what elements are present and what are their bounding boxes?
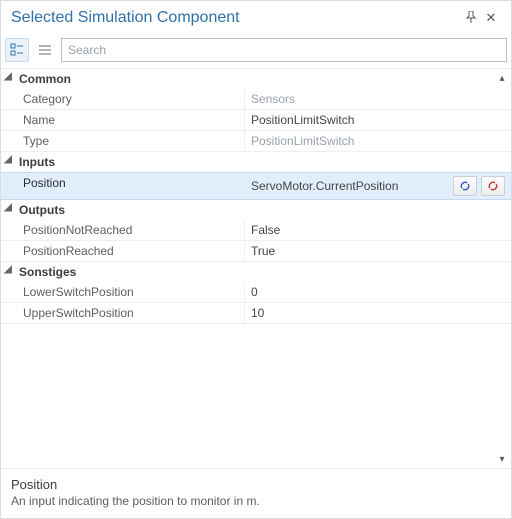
group-label: Inputs	[15, 152, 59, 172]
panel-title: Selected Simulation Component	[11, 9, 461, 27]
property-row[interactable]: Name PositionLimitSwitch	[1, 110, 511, 131]
property-group[interactable]: ◢Inputs	[1, 152, 511, 172]
view-alphabetical-button[interactable]	[33, 38, 57, 62]
property-row[interactable]: PositionReached True	[1, 241, 511, 262]
property-key: LowerSwitchPosition	[1, 282, 245, 302]
property-value[interactable]: ServoMotor.CurrentPosition	[251, 179, 449, 193]
description-name: Position	[11, 477, 501, 492]
property-row[interactable]: PositionNotReached False	[1, 220, 511, 241]
property-row[interactable]: Category Sensors	[1, 89, 511, 110]
property-row[interactable]: LowerSwitchPosition 0	[1, 282, 511, 303]
property-row[interactable]: Position ServoMotor.CurrentPosition	[1, 172, 511, 200]
property-key: Category	[1, 89, 245, 109]
scroll-down-button[interactable]: ▾	[495, 452, 509, 466]
property-value[interactable]: 0	[251, 285, 258, 299]
search-input[interactable]	[61, 38, 507, 62]
property-value[interactable]: PositionLimitSwitch	[251, 113, 354, 127]
close-button[interactable]: ✕	[481, 10, 501, 26]
collapse-icon: ◢	[1, 200, 15, 220]
property-group[interactable]: ◢Common	[1, 69, 511, 89]
property-grid: ◢CommonCategorySensorsNamePositionLimitS…	[1, 69, 511, 324]
property-value[interactable]: False	[251, 223, 280, 237]
group-label: Outputs	[15, 200, 69, 220]
unbind-link-button[interactable]	[481, 176, 505, 196]
property-key: PositionNotReached	[1, 220, 245, 240]
description-text: An input indicating the position to moni…	[11, 494, 501, 508]
property-key: Name	[1, 110, 245, 130]
property-row[interactable]: Type PositionLimitSwitch	[1, 131, 511, 152]
property-key: UpperSwitchPosition	[1, 303, 245, 323]
property-key: Type	[1, 131, 245, 151]
collapse-icon: ◢	[1, 69, 15, 89]
property-key: Position	[1, 173, 245, 199]
view-categorized-button[interactable]	[5, 38, 29, 62]
group-label: Common	[15, 69, 75, 89]
collapse-icon: ◢	[1, 262, 15, 282]
property-value[interactable]: PositionLimitSwitch	[251, 134, 354, 148]
bind-link-button[interactable]	[453, 176, 477, 196]
property-value[interactable]: True	[251, 244, 275, 258]
collapse-icon: ◢	[1, 152, 15, 172]
group-label: Sonstiges	[15, 262, 80, 282]
property-row[interactable]: UpperSwitchPosition 10	[1, 303, 511, 324]
property-group[interactable]: ◢Sonstiges	[1, 262, 511, 282]
property-value[interactable]: Sensors	[251, 92, 295, 106]
scroll-up-button[interactable]: ▴	[495, 71, 509, 85]
pin-button[interactable]	[461, 11, 481, 26]
property-key: PositionReached	[1, 241, 245, 261]
property-group[interactable]: ◢Outputs	[1, 200, 511, 220]
property-value[interactable]: 10	[251, 306, 264, 320]
